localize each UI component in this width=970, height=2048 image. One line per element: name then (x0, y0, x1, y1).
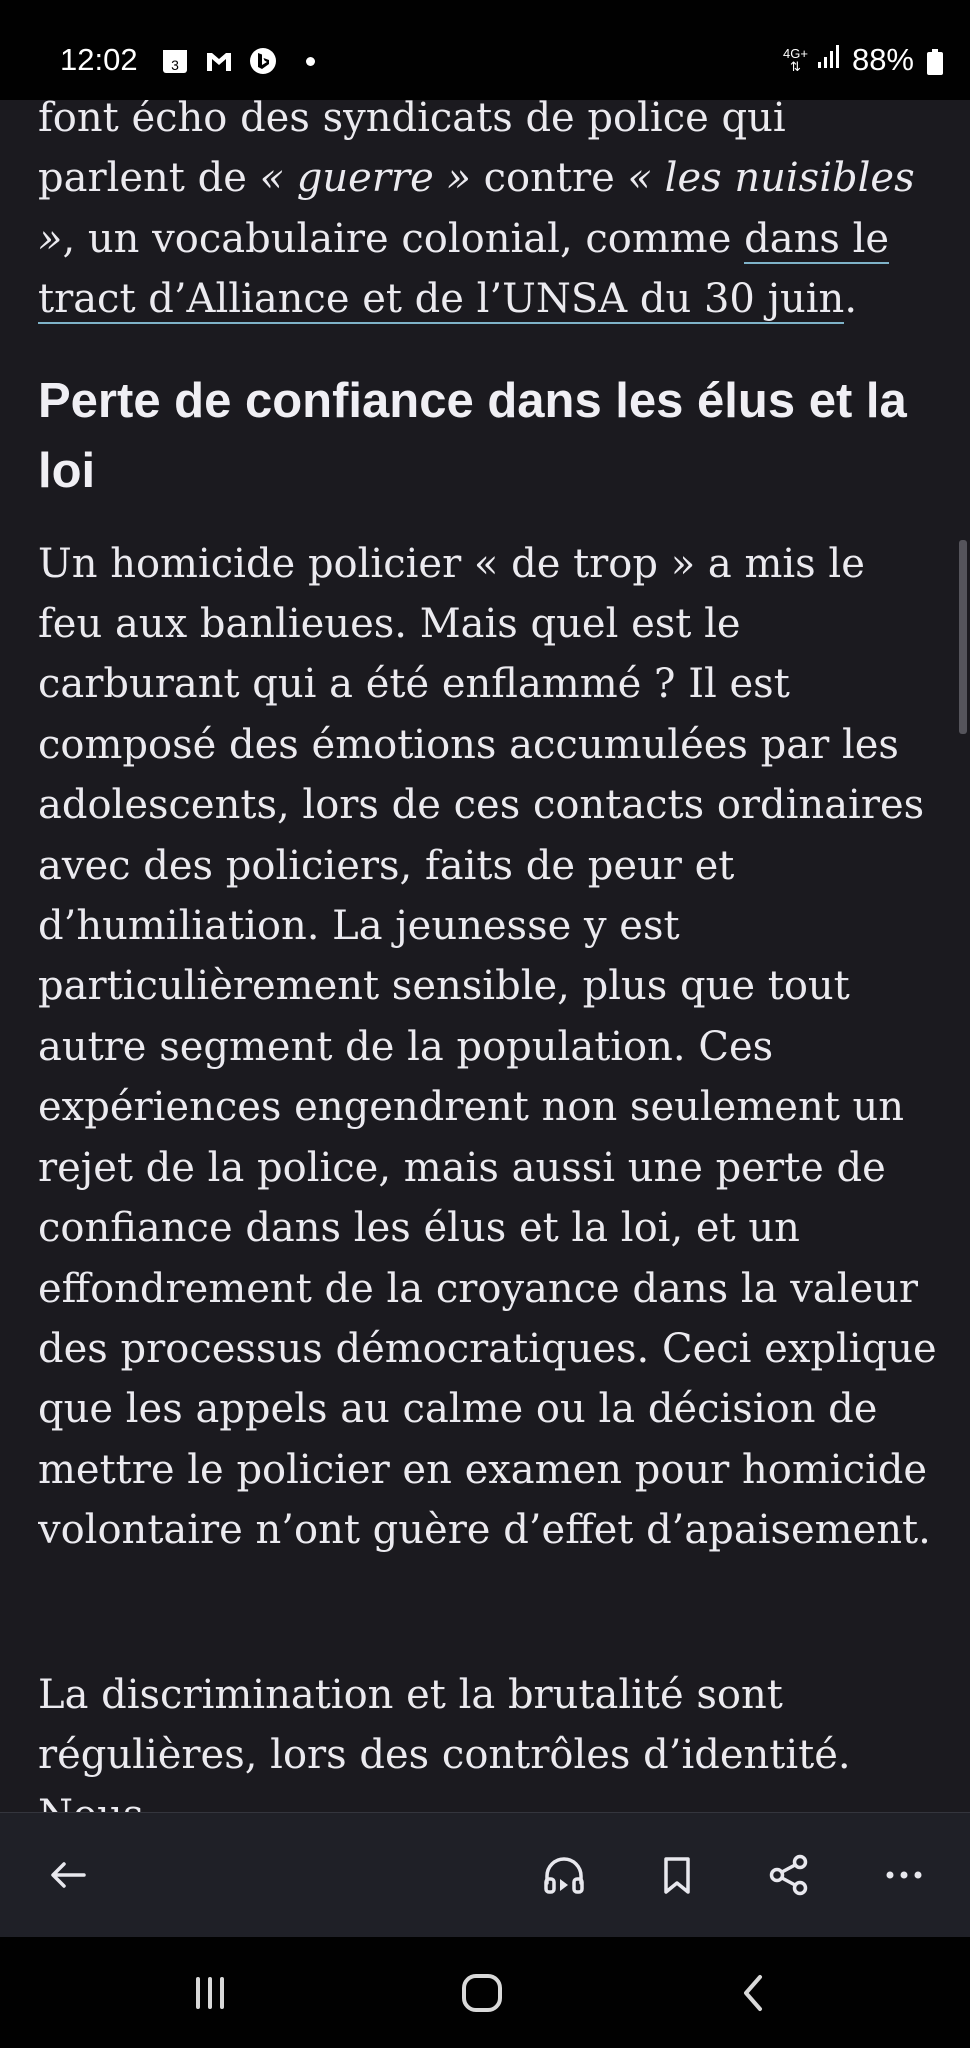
calendar-badge: 3 (171, 57, 179, 73)
share-icon (769, 1854, 808, 1896)
article-body: font écho des syndicats de police qui pa… (38, 100, 938, 1812)
bookmark-button[interactable] (647, 1845, 707, 1905)
article-action-bar (0, 1812, 970, 1937)
status-right: 4G+ ⇅ 88% (783, 42, 944, 78)
article-paragraph: La discrimination et la brutalité sont r… (38, 1671, 851, 1812)
recents-button[interactable] (180, 1965, 240, 2021)
back-arrow-icon (51, 1862, 86, 1888)
battery-icon (926, 47, 944, 75)
network-type: 4G+ ⇅ (783, 46, 808, 74)
more-options-button[interactable] (874, 1845, 934, 1905)
back-arrow-button[interactable] (38, 1845, 98, 1905)
status-time: 12:02 (60, 42, 138, 77)
back-icon (744, 1975, 762, 2011)
system-navigation-bar (0, 1937, 970, 2048)
signal-icon (816, 42, 844, 78)
system-back-button[interactable] (724, 1965, 784, 2021)
more-notifications-dot (306, 56, 315, 66)
battery-percent: 88% (851, 42, 914, 77)
more-icon (886, 1871, 922, 1879)
bookmark-icon (664, 1857, 690, 1894)
article-paragraph: Un homicide policier « de trop » a mis l… (38, 540, 937, 1554)
article-paragraph: font écho des syndicats de police qui pa… (38, 100, 915, 325)
bing-icon (248, 46, 278, 76)
headphones-icon (544, 1857, 584, 1894)
gmail-icon (204, 46, 234, 76)
recents-icon (196, 1977, 224, 2009)
section-heading: Perte de confiance dans les élus et la l… (38, 373, 907, 498)
scrollbar-thumb[interactable] (959, 540, 967, 734)
listen-button[interactable] (534, 1845, 594, 1905)
notification-icons: 3 (160, 46, 315, 76)
home-button[interactable] (452, 1965, 512, 2021)
status-bar: 12:02 3 4G+ ⇅ 88% (0, 0, 970, 100)
calendar-icon: 3 (160, 46, 190, 76)
share-button[interactable] (759, 1845, 819, 1905)
home-icon (462, 1974, 502, 2012)
